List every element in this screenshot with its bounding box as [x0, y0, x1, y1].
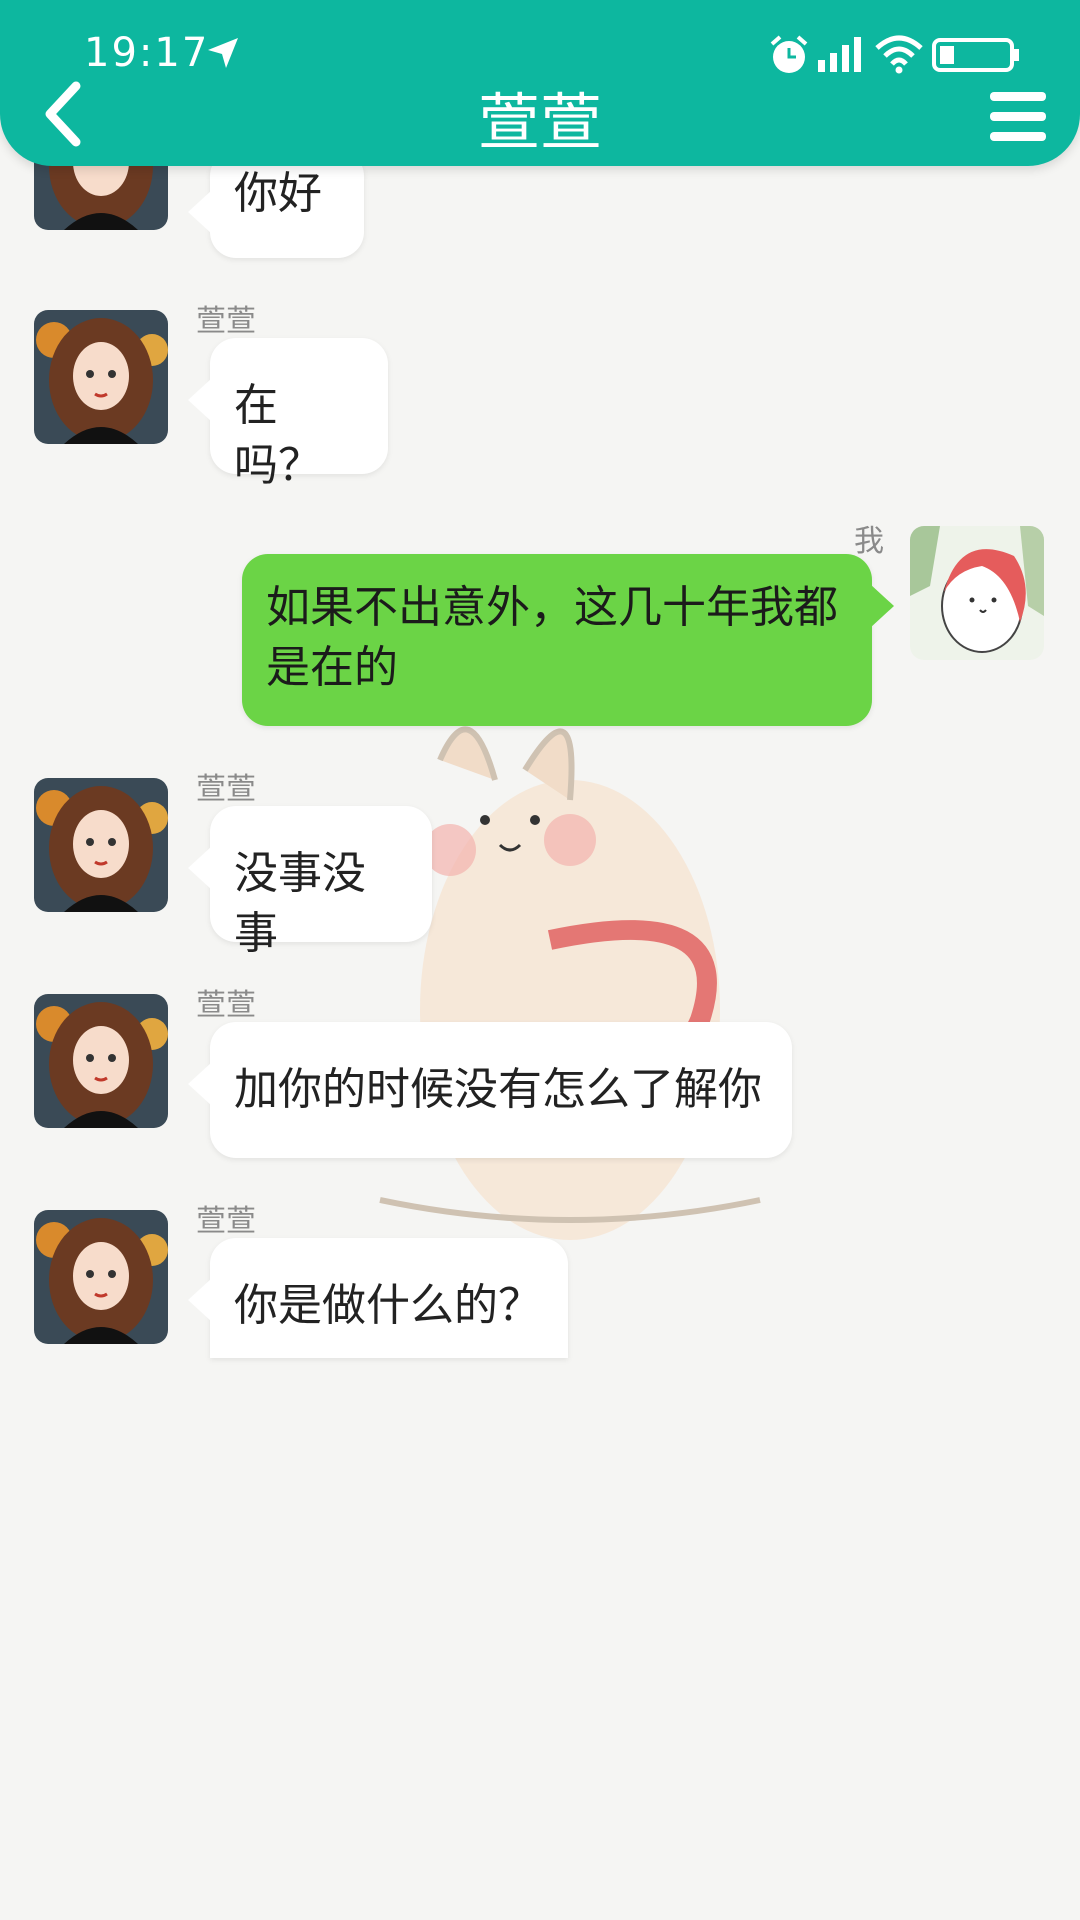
- message-text: 你是做什么的？: [234, 1280, 542, 1331]
- message-bubble[interactable]: 如果不出意外，这几十年我都是在的: [242, 554, 894, 726]
- contact-avatar[interactable]: [34, 1210, 168, 1344]
- message-text: 加你的时候没有怎么了解你: [234, 1064, 762, 1115]
- battery-icon: [932, 38, 1019, 72]
- message-bubble[interactable]: 你是做什么的？: [188, 1238, 568, 1358]
- sender-name: 萱萱: [196, 772, 256, 807]
- message-bubble[interactable]: 你好: [188, 150, 364, 258]
- my-avatar[interactable]: [910, 526, 1044, 660]
- contact-avatar[interactable]: [34, 994, 168, 1128]
- message-text: 你好: [234, 168, 322, 219]
- alarm-icon: [770, 35, 808, 73]
- sender-name: 我: [854, 524, 884, 559]
- chat-screen: 19:17 萱萱 你好 萱萱 在吗？ 我 如果不出意外，这几十年我都是在的 萱萱…: [0, 0, 1080, 1920]
- sender-name: 萱萱: [196, 1204, 256, 1239]
- wifi-icon: [875, 35, 923, 74]
- contact-avatar[interactable]: [34, 778, 168, 912]
- rabbit-sticker-image: [358, 726, 761, 1240]
- chat-title: 萱萱: [477, 86, 602, 159]
- message-text: 在吗？: [234, 380, 322, 491]
- location-arrow-icon: [208, 38, 238, 68]
- sender-name: 萱萱: [196, 988, 256, 1023]
- sender-name: 萱萱: [196, 304, 256, 339]
- signal-icon: [818, 37, 861, 72]
- status-time: 19:17: [84, 30, 210, 76]
- contact-avatar[interactable]: [34, 310, 168, 444]
- app-header: 19:17 萱萱: [0, 0, 1080, 166]
- message-text: 如果不出意外，这几十年我都是在的: [266, 582, 838, 693]
- message-bubble[interactable]: 在吗？: [188, 338, 388, 491]
- message-bubble[interactable]: 加你的时候没有怎么了解你: [188, 1022, 792, 1158]
- message-bubble[interactable]: 没事没事: [188, 806, 432, 959]
- menu-icon[interactable]: [990, 90, 1046, 142]
